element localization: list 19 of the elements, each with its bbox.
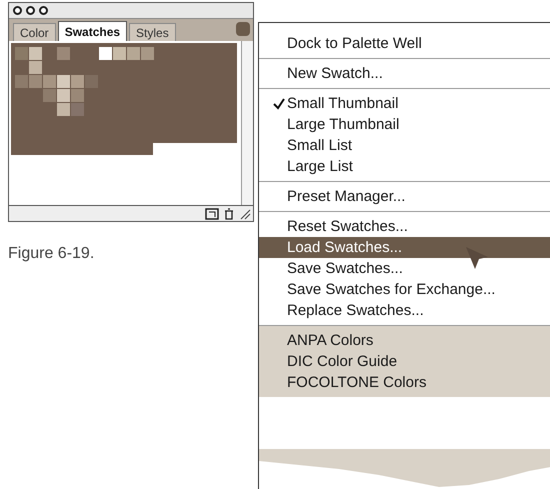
menu-item[interactable]: FOCOLTONE Colors [259,372,550,393]
menu-item[interactable]: Reset Swatches... [259,216,550,237]
menu-item[interactable]: Load Swatches... [259,237,550,258]
menu-item[interactable]: Save Swatches for Exchange... [259,279,550,300]
menu-item[interactable]: Replace Swatches... [259,300,550,321]
menu-item[interactable]: Large Thumbnail [259,114,550,135]
menu-item[interactable]: ANPA Colors [259,330,550,351]
palette-tab[interactable]: Styles [129,23,176,41]
menu-item[interactable]: Preset Manager... [259,186,550,207]
palette-tab[interactable]: Swatches [58,21,128,41]
menu-item[interactable]: Large List [259,156,550,177]
menu-item[interactable]: DIC Color Guide [259,351,550,372]
palette-tab[interactable]: Color [13,23,56,41]
menu-item[interactable]: Dock to Palette Well [259,33,550,54]
menu-item[interactable]: Small Thumbnail [259,93,550,114]
figure-caption: Figure 6-19. [8,244,96,264]
menu-item[interactable]: New Swatch... [259,63,550,84]
menu-item[interactable]: Save Swatches... [259,258,550,279]
menu-item[interactable]: Small List [259,135,550,156]
